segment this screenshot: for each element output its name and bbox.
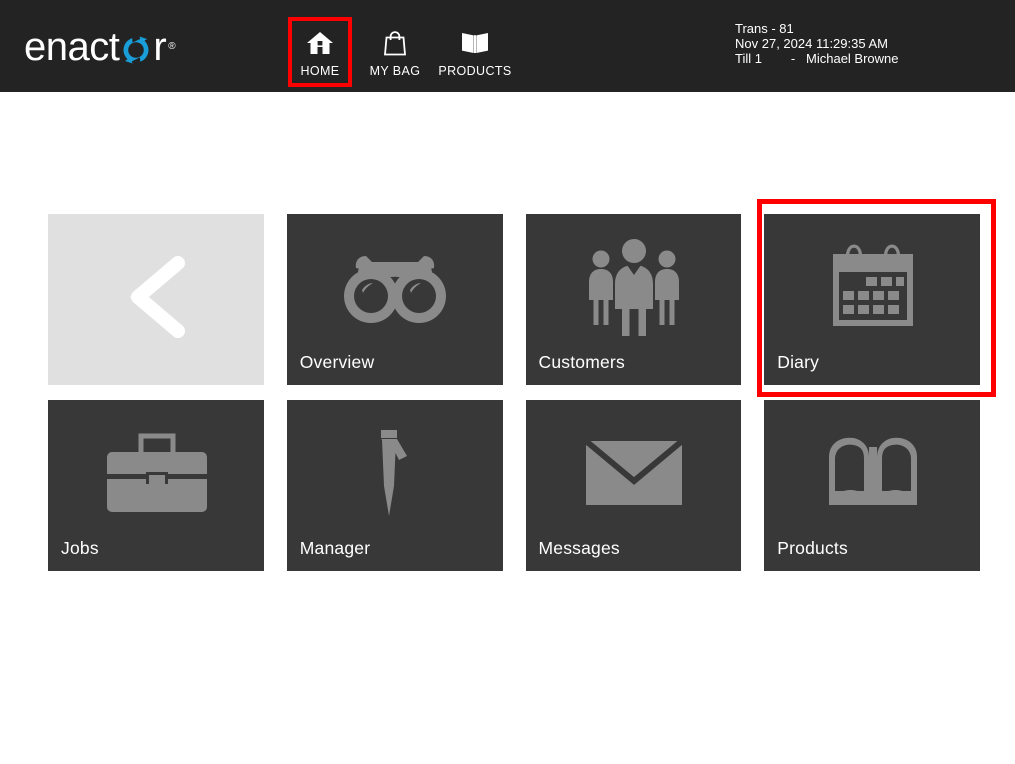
tile-row-2: Jobs Manager Messages Products: [48, 400, 980, 571]
necktie-icon: [287, 414, 503, 532]
tile-label-products: Products: [777, 538, 848, 558]
tile-row-1: Overview Customers Diary: [48, 214, 980, 385]
nav-item-my-bag[interactable]: MY BAG: [363, 17, 427, 86]
tile-label-messages: Messages: [538, 538, 620, 558]
tile-label-customers: Customers: [538, 352, 625, 372]
tile-diary[interactable]: Diary: [764, 214, 980, 385]
tile-label-overview: Overview: [299, 352, 375, 372]
nav-label-products: PRODUCTS: [438, 63, 512, 78]
tile-back[interactable]: [48, 214, 264, 385]
tile-customers[interactable]: Customers: [525, 214, 742, 385]
enactor-logo: enact r ®: [24, 25, 176, 69]
menu-tile-grid: Overview Customers Diary Jobs Manager Me…: [48, 214, 980, 586]
nav-item-home[interactable]: HOME: [288, 17, 352, 86]
transaction-info: Trans - 81 Nov 27, 2024 11:29:35 AM Till…: [735, 21, 997, 66]
tile-label-diary: Diary: [777, 352, 820, 372]
tile-messages[interactable]: Messages: [525, 400, 742, 571]
tile-jobs[interactable]: Jobs: [48, 400, 264, 571]
main-navigation: HOME MY BAG PRODUCTS: [288, 17, 523, 86]
nav-item-products[interactable]: PRODUCTS: [438, 17, 512, 86]
circular-arrow-icon: [119, 30, 153, 66]
transaction-number: Trans - 81: [735, 21, 794, 36]
briefcase-icon: [48, 414, 264, 532]
nav-label-my-bag: MY BAG: [369, 63, 421, 78]
logo-text-before: enact: [24, 25, 120, 69]
people-group-icon: [526, 228, 742, 346]
app-header: enact r ® HOME MY BAG PRODUCTS Trans - 8…: [0, 0, 1015, 92]
open-book-icon: [764, 414, 980, 532]
logo-wordmark: enact r ®: [24, 25, 176, 69]
envelope-icon: [526, 414, 742, 532]
nav-label-home: HOME: [300, 63, 340, 78]
tile-products[interactable]: Products: [764, 400, 980, 571]
chevron-left-icon: [120, 251, 192, 348]
tile-label-jobs: Jobs: [61, 538, 99, 558]
logo-text-after: r: [153, 25, 167, 69]
open-book-icon: [460, 26, 490, 60]
calendar-icon: [764, 228, 980, 346]
till-and-operator: Till 1 - Michael Browne: [735, 50, 899, 66]
logo-trademark: ®: [168, 41, 176, 52]
shopping-bag-icon: [382, 26, 408, 60]
tile-overview[interactable]: Overview: [286, 214, 503, 385]
binoculars-icon: [287, 228, 503, 346]
tile-manager[interactable]: Manager: [286, 400, 503, 571]
tile-label-manager: Manager: [299, 538, 371, 558]
home-icon: [306, 26, 334, 60]
transaction-datetime: Nov 27, 2024 11:29:35 AM: [735, 35, 888, 51]
